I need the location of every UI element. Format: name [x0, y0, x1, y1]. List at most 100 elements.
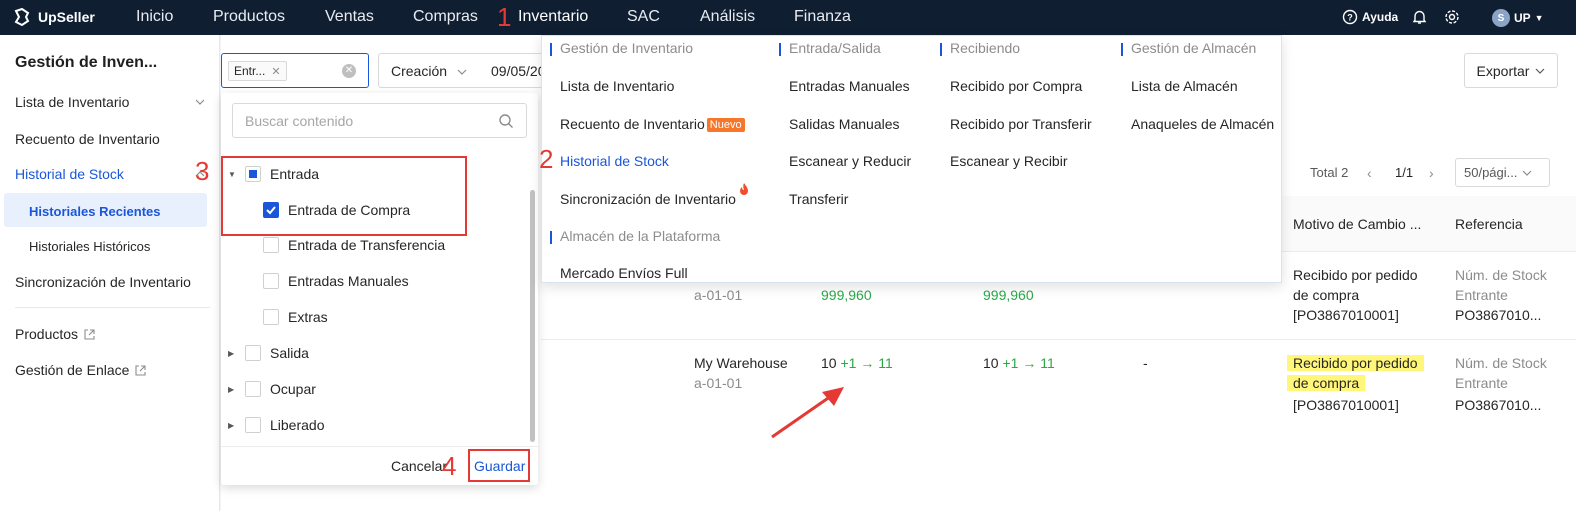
help-icon: ? — [1342, 9, 1358, 25]
menu-item-recibido-transferir[interactable]: Recibido por Transferir — [950, 116, 1092, 132]
menu-group-header: Gestión de Almacén — [1121, 40, 1256, 56]
chevron-down-icon — [457, 69, 467, 75]
date-range-input[interactable]: 09/05/20 — [477, 53, 547, 88]
sidebar-subitem-historicos[interactable]: Historiales Históricos — [29, 239, 150, 254]
menu-group-header: Recibiendo — [940, 40, 1020, 56]
nav-analisis[interactable]: Análisis — [700, 8, 755, 26]
tree-node-ocupar[interactable]: ▶ Ocupar — [228, 381, 316, 397]
export-button[interactable]: Exportar — [1464, 53, 1558, 88]
page-size-select[interactable]: 50/pági... — [1455, 158, 1550, 187]
stock-base: 10 — [983, 355, 999, 371]
menu-item-mercado-envios[interactable]: Mercado Envíos Full — [560, 265, 688, 281]
user-menu[interactable]: S UP ▼ — [1492, 9, 1544, 27]
sidebar-item-label: Gestión de Enlace — [15, 362, 130, 378]
menu-item-lista-inventario[interactable]: Lista de Inventario — [560, 78, 674, 94]
menu-item-anaqueles[interactable]: Anaqueles de Almacén — [1131, 116, 1274, 132]
help-link[interactable]: ? Ayuda — [1342, 9, 1398, 25]
nav-compras[interactable]: Compras — [413, 8, 478, 26]
menu-item-sincronizacion[interactable]: Sincronización de Inventario — [560, 183, 748, 207]
checkbox-extras[interactable] — [263, 309, 279, 325]
chevron-down-icon: ▼ — [1534, 13, 1544, 23]
checkbox-entradas-manuales[interactable] — [263, 273, 279, 289]
external-link-icon — [84, 328, 95, 340]
help-label: Ayuda — [1362, 10, 1399, 24]
annotation-box — [468, 449, 530, 482]
nav-productos[interactable]: Productos — [213, 8, 285, 26]
change-reason: [PO3867010001] — [1293, 397, 1399, 413]
tag-close-icon[interactable]: ✕ — [271, 65, 280, 78]
menu-item-entradas-manuales[interactable]: Entradas Manuales — [789, 78, 910, 94]
total-count: Total 2 — [1310, 165, 1349, 180]
tree-node-salida[interactable]: ▶ Salida — [228, 345, 309, 361]
menu-item-escanear-recibir[interactable]: Escanear y Recibir — [950, 153, 1068, 169]
user-name: UP — [1514, 11, 1531, 25]
sidebar-subitem-recientes[interactable]: Historiales Recientes — [29, 204, 161, 219]
external-link-icon — [135, 364, 146, 376]
menu-item-label: Recuento de Inventario — [560, 116, 705, 132]
reference[interactable]: PO3867010... — [1455, 305, 1541, 325]
reference: Entrante — [1455, 375, 1508, 391]
nav-inicio[interactable]: Inicio — [136, 8, 173, 26]
sidebar-item-label: Lista de Inventario — [15, 94, 130, 110]
change-reason: de compra — [1293, 287, 1360, 303]
checkbox-salida[interactable] — [245, 345, 261, 361]
search-input[interactable]: Buscar contenido — [232, 103, 527, 138]
next-page-icon[interactable]: › — [1429, 165, 1434, 181]
stock-value: 999,960 — [983, 287, 1034, 303]
sidebar-item-lista[interactable]: Lista de Inventario — [15, 94, 205, 110]
tree-node-label: Entrada de Transferencia — [288, 237, 446, 253]
tree-node-extras[interactable]: Extras — [263, 309, 328, 325]
tree-node-liberado[interactable]: ▶ Liberado — [228, 417, 325, 433]
nav-ventas[interactable]: Ventas — [325, 8, 374, 26]
caret-right-icon[interactable]: ▶ — [228, 349, 236, 358]
menu-item-escanear-reducir[interactable]: Escanear y Reducir — [789, 153, 911, 169]
tree-node-entradas-manuales[interactable]: Entradas Manuales — [263, 273, 409, 289]
nav-inventario[interactable]: Inventario — [518, 8, 588, 26]
menu-item-transferir[interactable]: Transferir — [789, 191, 848, 207]
nav-finanza[interactable]: Finanza — [794, 8, 851, 26]
caret-right-icon[interactable]: ▶ — [228, 385, 236, 394]
checkbox-ocupar[interactable] — [245, 381, 261, 397]
menu-item-lista-almacen[interactable]: Lista de Almacén — [1131, 78, 1238, 94]
user-avatar: S — [1492, 9, 1510, 27]
menu-item-recuento[interactable]: Recuento de Inventario Nuevo — [560, 116, 745, 132]
sidebar-item-historial[interactable]: Historial de Stock — [15, 166, 205, 182]
annotation-number: 1 — [497, 2, 512, 32]
chevron-down-icon — [1536, 68, 1545, 74]
tree-node-entrada-transferencia[interactable]: Entrada de Transferencia — [263, 237, 445, 253]
clear-icon[interactable]: ✕ — [342, 64, 356, 78]
column-header-referencia[interactable]: Referencia — [1455, 216, 1523, 232]
type-filter-select[interactable]: Entr... ✕ ✕ — [221, 53, 369, 88]
column-header-motivo[interactable]: Motivo de Cambio ... — [1293, 216, 1421, 232]
menu-group-header: Entrada/Salida — [779, 40, 881, 56]
stock-value: 999,960 — [821, 287, 872, 303]
dropdown-scrollbar[interactable] — [530, 190, 535, 442]
reference: Entrante — [1455, 287, 1508, 303]
brand-logo[interactable]: UpSeller — [12, 7, 95, 27]
page-size-value: 50/pági... — [1464, 165, 1518, 180]
menu-item-recibido-compra[interactable]: Recibido por Compra — [950, 78, 1082, 94]
checkbox-entrada-transferencia[interactable] — [263, 237, 279, 253]
date-type-select[interactable]: Creación — [378, 53, 478, 88]
menu-group-header: Gestión de Inventario — [550, 40, 693, 56]
notification-button[interactable] — [1412, 9, 1427, 25]
checkbox-liberado[interactable] — [245, 417, 261, 433]
tree-node-label: Salida — [270, 345, 309, 361]
sidebar-item-sincronizacion[interactable]: Sincronización de Inventario — [15, 274, 191, 290]
sidebar-item-enlace[interactable]: Gestión de Enlace — [15, 362, 146, 378]
nav-sac[interactable]: SAC — [627, 8, 660, 26]
caret-right-icon[interactable]: ▶ — [228, 421, 236, 430]
sidebar-title: Gestión de Inven... — [15, 54, 158, 71]
reference: Núm. de Stock — [1455, 267, 1547, 283]
settings-button[interactable] — [1444, 9, 1460, 25]
cancel-button[interactable]: Cancelar — [391, 458, 447, 474]
page-indicator: 1/1 — [1395, 165, 1414, 180]
prev-page-icon[interactable]: ‹ — [1367, 165, 1372, 181]
sidebar-item-productos[interactable]: Productos — [15, 326, 95, 342]
change-reason: Recibido por pedido — [1293, 267, 1418, 283]
tree-node-label: Entradas Manuales — [288, 273, 409, 289]
sidebar-item-recuento[interactable]: Recuento de Inventario — [15, 131, 160, 147]
menu-item-salidas-manuales[interactable]: Salidas Manuales — [789, 116, 900, 132]
reference[interactable]: PO3867010... — [1455, 395, 1541, 415]
menu-item-historial-stock[interactable]: Historial de Stock — [560, 153, 669, 169]
